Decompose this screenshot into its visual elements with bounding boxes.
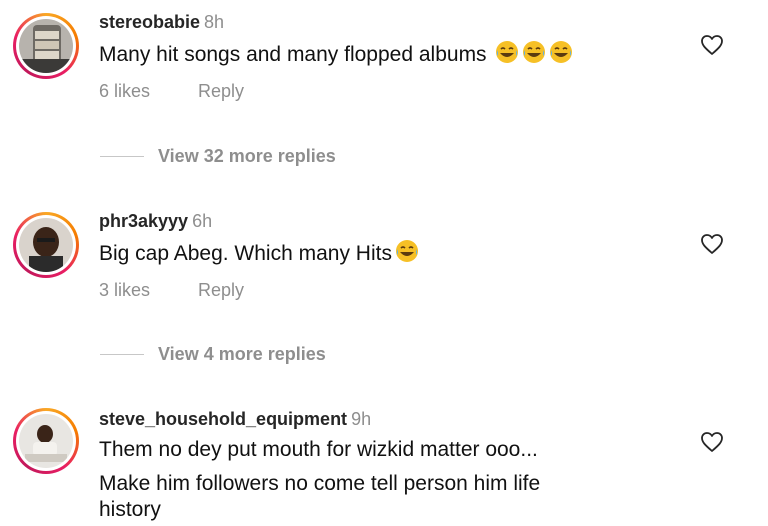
comment-time: 8h (204, 12, 225, 32)
comment-meta: 6 likes Reply (99, 81, 244, 102)
heart-outline-icon[interactable] (700, 431, 724, 453)
tears-of-joy-emoji-icon (495, 40, 519, 71)
likes-count[interactable]: 6 likes (99, 81, 150, 101)
comment-username[interactable]: steve_household_equipment 9h (99, 409, 371, 430)
heart-outline-icon[interactable] (700, 233, 724, 255)
tears-of-joy-emoji-icon (522, 40, 546, 71)
likes-count[interactable]: 3 likes (99, 280, 150, 300)
replies-divider (100, 156, 144, 157)
comment-time: 9h (351, 409, 372, 429)
avatar[interactable] (19, 19, 73, 73)
tears-of-joy-emoji-icon (549, 40, 573, 71)
tears-of-joy-emoji-icon (395, 239, 419, 270)
replies-divider (100, 354, 144, 355)
comment-text: Big cap Abeg. Which many Hits (99, 239, 419, 270)
avatar[interactable] (19, 414, 73, 468)
avatar-ring[interactable] (13, 13, 79, 79)
reply-button[interactable]: Reply (198, 81, 244, 101)
avatar[interactable] (19, 218, 73, 272)
comment-text: Many hit songs and many flopped albums (99, 40, 573, 71)
avatar-ring[interactable] (13, 212, 79, 278)
comment-username[interactable]: stereobabie 8h (99, 12, 224, 33)
reply-button[interactable]: Reply (198, 280, 244, 300)
comment-meta: 3 likes Reply (99, 280, 244, 301)
avatar-ring[interactable] (13, 408, 79, 474)
comment-time: 6h (192, 211, 213, 231)
view-replies-button[interactable]: View 32 more replies (158, 146, 336, 167)
comment-username[interactable]: phr3akyyy 6h (99, 211, 212, 232)
heart-outline-icon[interactable] (700, 34, 724, 56)
view-replies-button[interactable]: View 4 more replies (158, 344, 326, 365)
comment-text: Them no dey put mouth for wizkid matter … (99, 438, 541, 521)
